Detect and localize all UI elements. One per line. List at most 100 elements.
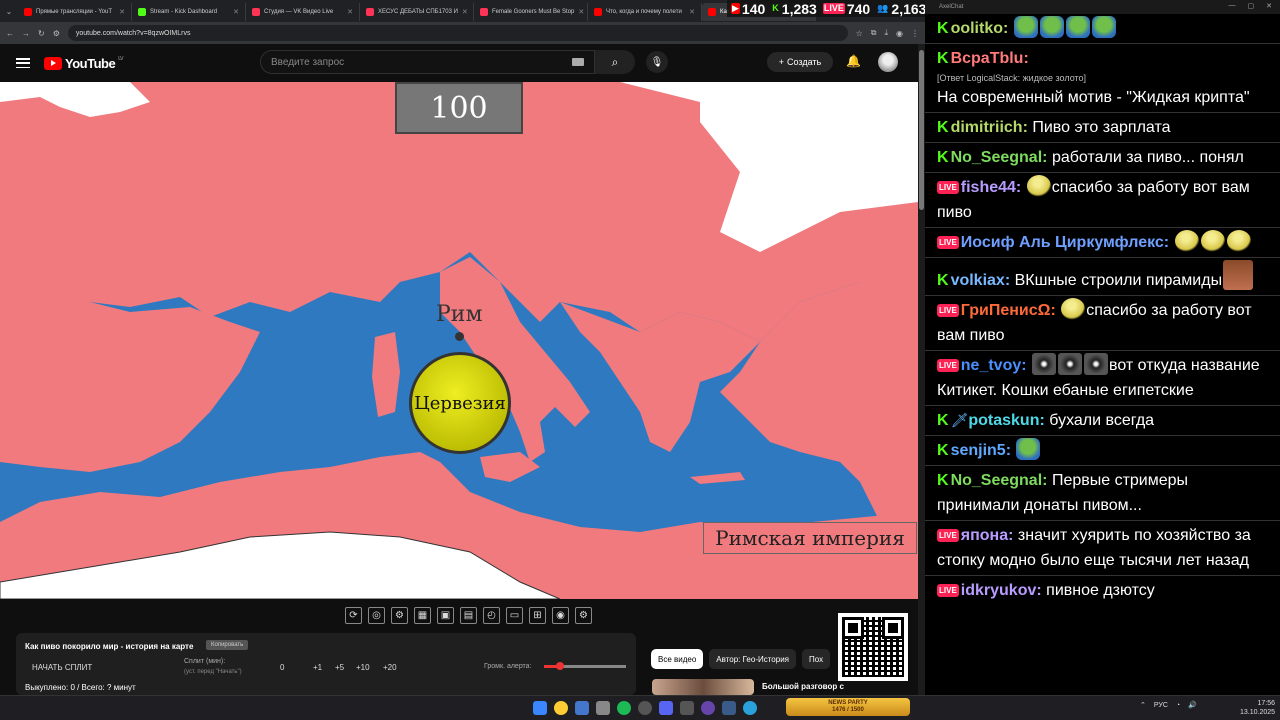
increment-button[interactable]: +5	[335, 663, 344, 672]
mic-icon[interactable]: 🎙	[646, 51, 668, 73]
volume-icon[interactable]: 🔊	[1188, 701, 1197, 709]
chat-username[interactable]: No_Seegnal	[951, 149, 1043, 166]
related-thumbnail[interactable]	[652, 679, 754, 695]
land-sardinia	[372, 332, 400, 417]
folder-icon[interactable]	[575, 701, 589, 715]
cast-icon[interactable]: ◎	[368, 607, 385, 624]
settings-video-icon[interactable]: ⚙	[391, 607, 408, 624]
minimize-icon[interactable]: —	[1229, 2, 1236, 10]
slider-knob[interactable]	[556, 662, 565, 670]
search-input[interactable]: Введите запрос	[260, 50, 595, 74]
browser-tab[interactable]: ХЕСУС ДЕБАТЫ СПБ1703 И ✕	[360, 3, 474, 21]
tab-close-icon[interactable]: ✕	[462, 8, 468, 16]
chat-message: Kdimitriich: Пиво это зарплата	[925, 112, 1280, 142]
chip-similar[interactable]: Пох	[802, 649, 831, 669]
chip-author[interactable]: Автор: Гео-История	[709, 649, 797, 669]
tab-search-icon[interactable]: ⌄	[0, 2, 18, 20]
download-icon[interactable]: ⤓	[884, 28, 888, 38]
copy-button[interactable]: Копировать	[206, 640, 249, 650]
player-icon[interactable]	[701, 701, 715, 715]
tray-chevron-icon[interactable]: ⌃	[1140, 701, 1146, 709]
chip-all[interactable]: Все видео	[651, 649, 704, 669]
spotify-icon[interactable]	[617, 701, 631, 715]
close-icon[interactable]: ✕	[1266, 2, 1272, 10]
chat-username[interactable]: oolitko	[951, 20, 1003, 37]
obs-icon[interactable]	[638, 701, 652, 715]
editor-icon[interactable]	[722, 701, 736, 715]
chat-username[interactable]: senjin5	[951, 442, 1006, 459]
browser-tab[interactable]: Студия — VK Видео Live ✕	[246, 3, 360, 21]
menu-icon[interactable]	[16, 58, 30, 68]
url-field[interactable]: youtube.com/watch?v=8qzwOIMLrvs	[67, 25, 848, 41]
browser-tab[interactable]: Прямые трансляции - YouT ✕	[18, 3, 132, 21]
scrollbar-thumb[interactable]	[919, 50, 924, 210]
keyboard-icon[interactable]	[572, 58, 584, 66]
video-player[interactable]: 100 Рим Цервезия Римская империя	[0, 82, 918, 599]
gear-icon[interactable]: ⚙	[575, 607, 592, 624]
browser-tab[interactable]: Stream - Kick Dashboard ✕	[132, 3, 246, 21]
avatar[interactable]	[878, 52, 898, 72]
plus-icon: +	[778, 57, 785, 67]
add-screen-icon[interactable]: ⊞	[529, 607, 546, 624]
chat-username[interactable]: ne_tvoy	[961, 357, 1021, 374]
tab-close-icon[interactable]: ✕	[689, 8, 695, 16]
tab-close-icon[interactable]: ✕	[233, 8, 239, 16]
chat-username[interactable]: япона	[961, 527, 1008, 544]
clock[interactable]: 17:56 13.10.2025	[1240, 699, 1275, 717]
related-title[interactable]: Большой разговор с	[762, 682, 844, 691]
forward-icon[interactable]: →	[22, 29, 30, 38]
telegram-icon[interactable]	[743, 701, 757, 715]
chat-username[interactable]: BcpaTblu	[951, 50, 1024, 67]
tab-close-icon[interactable]: ✕	[347, 8, 353, 16]
viewer-count-value: 140	[741, 0, 766, 17]
loop-icon[interactable]: ⟳	[345, 607, 362, 624]
clapper-icon[interactable]: ▦	[414, 607, 431, 624]
tab-close-icon[interactable]: ✕	[578, 8, 584, 16]
steam-icon[interactable]	[596, 701, 610, 715]
maximize-icon[interactable]: ▢	[1248, 2, 1255, 10]
youtube-logo[interactable]: YouTube LV	[44, 56, 123, 71]
chat-username[interactable]: Иосиф Аль Циркумфлекс	[961, 234, 1164, 251]
browser-tab[interactable]: Что, когда и почему полети ✕	[588, 3, 702, 21]
language-indicator[interactable]: РУС	[1154, 702, 1168, 709]
chat-username[interactable]: fishe44	[961, 179, 1016, 196]
page-scrollbar[interactable]	[918, 44, 925, 695]
profile-icon[interactable]: ◉	[896, 29, 903, 38]
back-icon[interactable]: ←	[6, 29, 14, 38]
reload-icon[interactable]: ↻	[38, 29, 45, 38]
tab-close-icon[interactable]: ✕	[119, 8, 125, 16]
increment-button[interactable]: +20	[383, 663, 397, 672]
tab-favicon-icon	[480, 8, 488, 16]
chat-username[interactable]: No_Seegnal	[951, 472, 1043, 489]
browser-tab[interactable]: Female Gooners Must Be Stop ✕	[474, 3, 588, 21]
kick-icon: K	[937, 472, 949, 489]
chat-username[interactable]: dimitriich	[951, 119, 1023, 136]
extensions-icon[interactable]: ⧉	[871, 28, 877, 38]
site-info-icon[interactable]: ⚙	[53, 29, 60, 38]
search-button[interactable]: ⌕	[595, 50, 635, 74]
app-icon[interactable]	[680, 701, 694, 715]
picture-in-picture-icon[interactable]: ▣	[437, 607, 454, 624]
clock-time: 17:56	[1257, 700, 1276, 707]
chrome-icon[interactable]	[554, 701, 568, 715]
start-split-button[interactable]: НАЧАТЬ СПЛИТ	[32, 663, 92, 672]
chat-username[interactable]: idkryukov	[961, 582, 1037, 599]
chat-username[interactable]: volkiax	[951, 272, 1005, 289]
speed-icon[interactable]: ◴	[483, 607, 500, 624]
chat-username[interactable]: ГриПенисΩ	[961, 302, 1051, 319]
viewer-count-youtube: ▶ 140	[731, 1, 765, 17]
alert-volume-slider[interactable]	[544, 662, 626, 670]
screenshot-icon[interactable]: ◉	[552, 607, 569, 624]
cinema-icon[interactable]: ▭	[506, 607, 523, 624]
discord-icon[interactable]	[659, 701, 673, 715]
bookmark-icon[interactable]: ☆	[856, 29, 863, 38]
start-icon[interactable]	[533, 701, 547, 715]
increment-button[interactable]: +10	[356, 663, 370, 672]
increment-button[interactable]: +1	[313, 663, 322, 672]
menu-icon[interactable]: ⋮	[911, 29, 919, 38]
network-icon[interactable]: ◔	[1176, 702, 1180, 709]
film-icon[interactable]: ▤	[460, 607, 477, 624]
bell-icon[interactable]: 🔔	[846, 54, 861, 68]
chat-username[interactable]: potaskun	[968, 412, 1039, 429]
create-button[interactable]: + Создать	[767, 52, 833, 72]
